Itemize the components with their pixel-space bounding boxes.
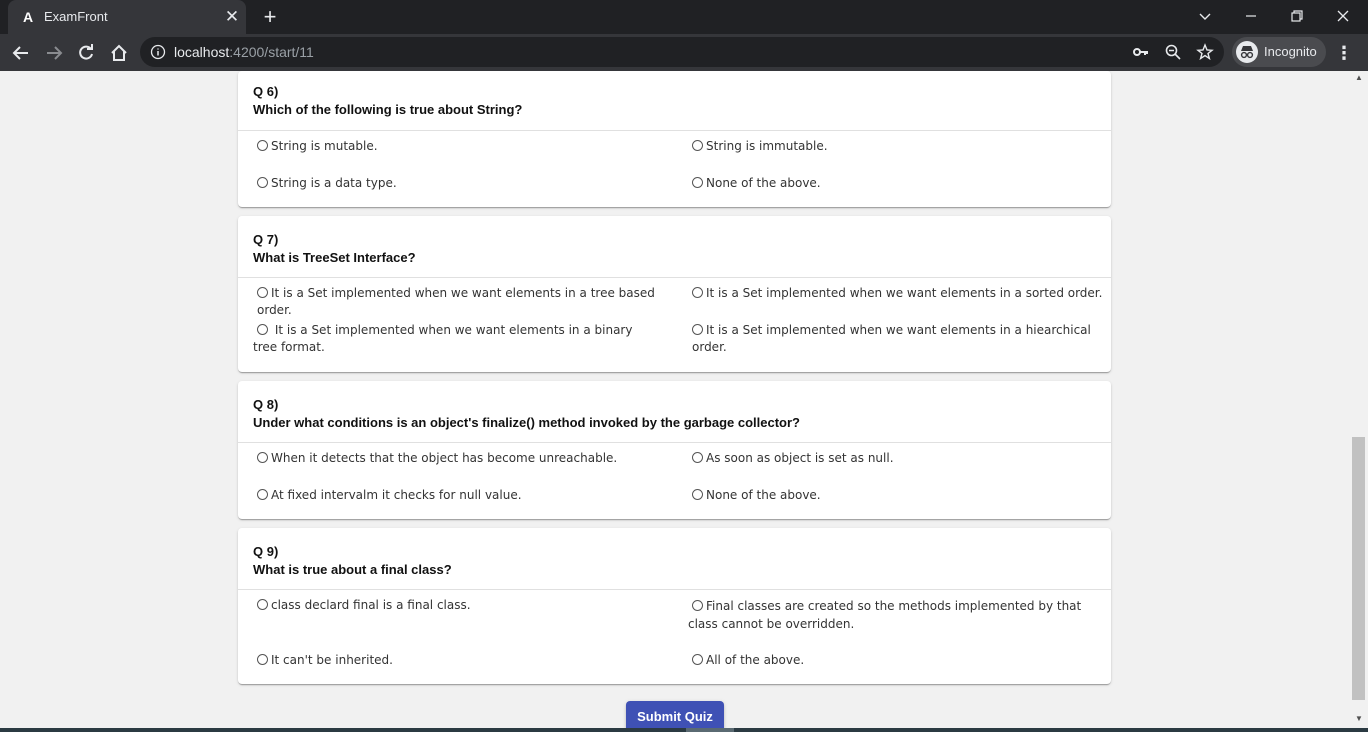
question-number: Q 9) (253, 544, 279, 559)
answer-option[interactable]: String is immutable. (692, 138, 1112, 155)
forward-arrow-icon[interactable] (41, 40, 67, 66)
answer-option[interactable]: When it detects that the object has beco… (257, 450, 677, 467)
answer-option[interactable]: It is a Set implemented when we want ele… (253, 322, 653, 356)
tab-search-icon[interactable] (1190, 3, 1220, 29)
question-text: What is TreeSet Interface? (253, 250, 416, 265)
key-icon[interactable] (1132, 43, 1150, 61)
radio-button[interactable] (692, 140, 703, 151)
zoom-icon[interactable] (1164, 43, 1182, 61)
question-number: Q 8) (253, 397, 279, 412)
answer-option[interactable]: It is a Set implemented when we want ele… (257, 285, 677, 319)
radio-button[interactable] (692, 177, 703, 188)
radio-button[interactable] (257, 654, 268, 665)
radio-button[interactable] (692, 654, 703, 665)
new-tab-icon[interactable]: + (258, 5, 282, 29)
restore-icon[interactable] (1282, 3, 1312, 29)
answer-option[interactable]: None of the above. (692, 487, 1112, 504)
answer-option[interactable]: Final classes are created so the methods… (688, 597, 1098, 633)
answer-option[interactable]: As soon as object is set as null. (692, 450, 1112, 467)
reload-icon[interactable] (73, 40, 99, 66)
incognito-icon (1236, 41, 1258, 63)
radio-button[interactable] (257, 489, 268, 500)
question-number: Q 7) (253, 232, 279, 247)
radio-button[interactable] (692, 489, 703, 500)
home-icon[interactable] (106, 40, 132, 66)
question-card: Q 7) What is TreeSet Interface? It is a … (238, 216, 1111, 372)
radio-button[interactable] (257, 599, 268, 610)
angular-favicon-icon: A (22, 9, 34, 25)
question-header: Q 8) Under what conditions is an object'… (238, 381, 1111, 443)
address-bar[interactable]: localhost:4200/start/11 (140, 37, 1224, 67)
tab-title: ExamFront (44, 9, 108, 24)
question-text: What is true about a final class? (253, 562, 452, 577)
answer-option[interactable]: It is a Set implemented when we want ele… (692, 285, 1112, 302)
question-header: Q 9) What is true about a final class? (238, 528, 1111, 590)
answer-option[interactable]: All of the above. (692, 652, 1112, 669)
back-arrow-icon[interactable] (8, 40, 34, 66)
radio-button[interactable] (257, 452, 268, 463)
answer-option[interactable]: None of the above. (692, 175, 1112, 192)
tab-examfront[interactable]: A ExamFront ✕ (8, 0, 246, 34)
scrollbar-thumb[interactable] (1352, 437, 1365, 700)
answer-option[interactable]: String is mutable. (257, 138, 677, 155)
question-number: Q 6) (253, 84, 279, 99)
answer-option[interactable]: class declard final is a final class. (257, 597, 677, 614)
answer-option[interactable]: At fixed intervalm it checks for null va… (257, 487, 677, 504)
answer-option[interactable]: String is a data type. (257, 175, 677, 192)
radio-button[interactable] (692, 452, 703, 463)
profile-label: Incognito (1264, 44, 1317, 59)
minimize-icon[interactable] (1236, 3, 1266, 29)
question-header: Q 7) What is TreeSet Interface? (238, 216, 1111, 278)
tab-strip: A ExamFront ✕ + (0, 0, 1368, 34)
tab-close-icon[interactable]: ✕ (222, 7, 242, 27)
site-info-icon[interactable] (150, 44, 166, 60)
page-viewport: Q 6) Which of the following is true abou… (0, 71, 1350, 732)
bottom-edge-segment (686, 728, 734, 732)
browser-menu-icon[interactable]: ⋮ (1334, 40, 1354, 66)
bottom-edge-bar (0, 728, 1368, 732)
answer-option[interactable]: It is a Set implemented when we want ele… (692, 322, 1112, 356)
radio-button[interactable] (257, 287, 268, 298)
radio-button[interactable] (692, 600, 703, 611)
vertical-scrollbar[interactable]: ▲ ▼ (1350, 71, 1368, 728)
scroll-down-arrow-icon[interactable]: ▼ (1350, 712, 1368, 726)
bookmark-star-icon[interactable] (1196, 43, 1214, 61)
question-card: Q 6) Which of the following is true abou… (238, 71, 1111, 207)
radio-button[interactable] (692, 287, 703, 298)
scroll-up-arrow-icon[interactable]: ▲ (1350, 71, 1368, 85)
radio-button[interactable] (257, 324, 268, 335)
radio-button[interactable] (257, 177, 268, 188)
question-text: Under what conditions is an object's fin… (253, 415, 801, 430)
question-card: Q 8) Under what conditions is an object'… (238, 381, 1111, 519)
close-window-icon[interactable] (1328, 3, 1358, 29)
radio-button[interactable] (257, 140, 268, 151)
incognito-profile-button[interactable]: Incognito (1232, 37, 1326, 67)
question-text: Which of the following is true about Str… (253, 102, 523, 117)
question-header: Q 6) Which of the following is true abou… (238, 71, 1111, 131)
url-text: localhost:4200/start/11 (174, 44, 314, 60)
radio-button[interactable] (692, 324, 703, 335)
answer-option[interactable]: It can't be inherited. (257, 652, 677, 669)
browser-toolbar: localhost:4200/start/11 Incognito ⋮ (0, 34, 1368, 71)
question-card: Q 9) What is true about a final class? c… (238, 528, 1111, 684)
